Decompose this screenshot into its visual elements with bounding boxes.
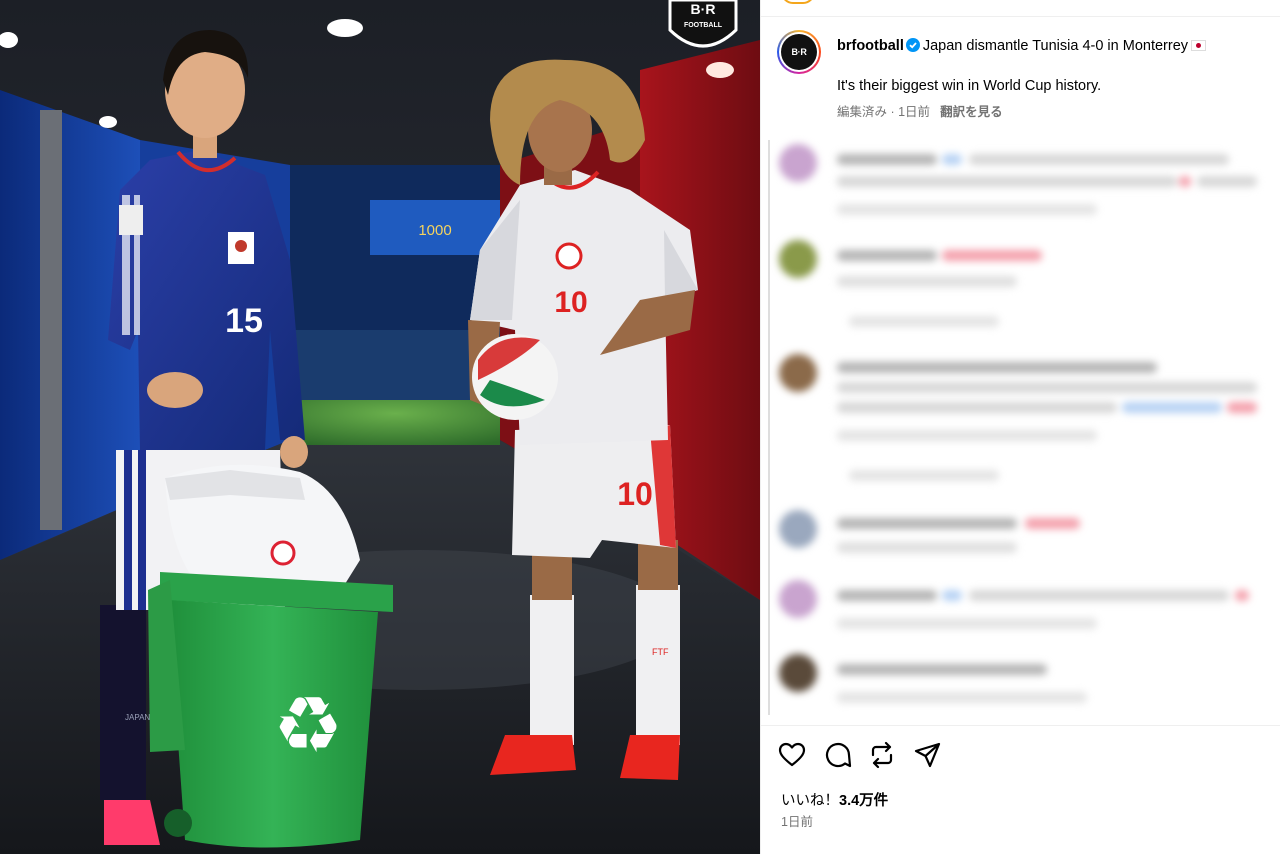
post-side-panel: B·R brfootball Japan dismantle Tunisia 4-…: [760, 0, 1280, 854]
avatar[interactable]: B·R: [777, 30, 821, 74]
br-logo: B·R FOOTBALL: [668, 0, 738, 48]
likes-count[interactable]: いいね！3.4万件: [781, 789, 888, 810]
comments-list[interactable]: [761, 140, 1280, 725]
post-illustration: 1000 B·R FOOTBALL 15 JAPAN ♻ FTF 10 10: [0, 0, 760, 854]
caption-text: It's their biggest win in World Cup hist…: [837, 78, 1102, 94]
caption-headline: Japan dismantle Tunisia 4-0 in Monterrey: [922, 38, 1189, 54]
scrollbar[interactable]: [768, 140, 770, 715]
post-image[interactable]: 1000 B·R FOOTBALL 15 JAPAN ♻ FTF 10 10: [0, 0, 760, 854]
japan-flag-icon: [1191, 40, 1207, 51]
divider: [761, 725, 1280, 726]
recycle-symbol-icon: ♻: [273, 681, 343, 771]
send-icon[interactable]: [913, 740, 943, 770]
list-item: [777, 654, 1267, 714]
post-date: 1日前: [781, 815, 813, 829]
repost-icon[interactable]: [867, 740, 897, 770]
svg-text:FTF: FTF: [652, 647, 669, 657]
svg-text:10: 10: [617, 476, 653, 512]
previous-avatar-ring: [781, 0, 815, 4]
svg-text:1000: 1000: [418, 222, 451, 239]
list-item: [777, 144, 1267, 224]
divider: [761, 16, 1280, 17]
heart-icon[interactable]: [777, 740, 807, 770]
svg-text:10: 10: [554, 286, 587, 319]
username-link[interactable]: brfootball: [837, 38, 904, 54]
see-translation-link[interactable]: 翻訳を見る: [940, 105, 1003, 119]
svg-text:B·R: B·R: [691, 1, 716, 17]
svg-text:15: 15: [225, 302, 263, 340]
svg-text:JAPAN: JAPAN: [125, 713, 150, 722]
list-item: [777, 580, 1267, 640]
verified-badge-icon: [905, 38, 920, 52]
edited-timestamp: 編集済み · 1日前: [837, 105, 931, 119]
list-item: [777, 354, 1267, 481]
comment-icon[interactable]: [823, 740, 853, 770]
list-item: [777, 240, 1267, 330]
list-item: [777, 510, 1267, 560]
svg-text:FOOTBALL: FOOTBALL: [684, 22, 723, 29]
